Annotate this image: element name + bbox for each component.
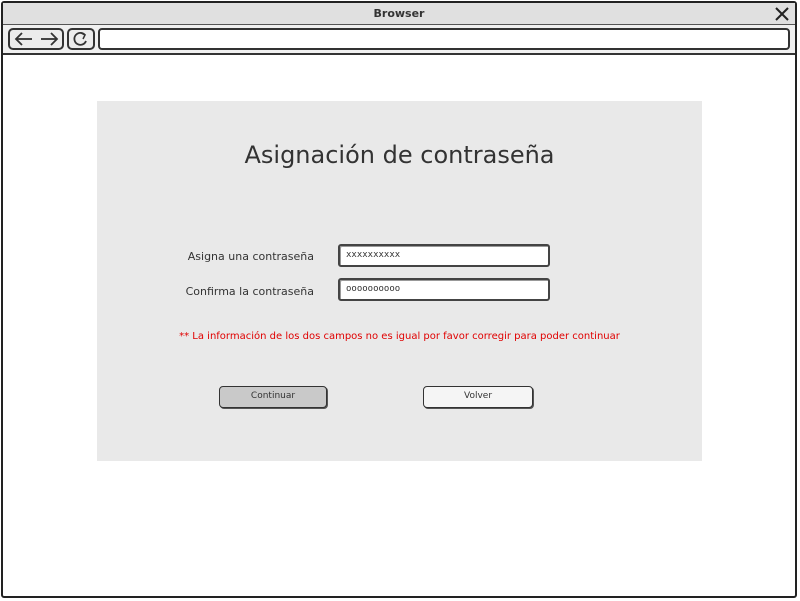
navigation-buttons <box>8 28 64 50</box>
window-title: Browser <box>373 7 425 20</box>
address-bar[interactable] <box>98 28 790 50</box>
error-message: ** La información de los dos campos no e… <box>179 331 620 342</box>
back-arrow-icon[interactable] <box>12 30 36 48</box>
password-form-panel: Asignación de contraseña Asigna una cont… <box>97 101 702 461</box>
back-button[interactable]: Volver <box>423 386 533 408</box>
reload-button[interactable] <box>67 28 95 50</box>
reload-icon <box>73 31 87 46</box>
page-title: Asignación de contraseña <box>244 141 555 169</box>
confirm-password-input[interactable]: oooooooooo <box>338 278 550 301</box>
password-input[interactable]: xxxxxxxxxx <box>338 244 550 267</box>
close-icon[interactable] <box>773 5 791 23</box>
password-label: Asigna una contraseña <box>187 250 314 263</box>
continue-button[interactable]: Continuar <box>219 386 327 408</box>
forward-arrow-icon[interactable] <box>37 30 61 48</box>
title-bar: Browser <box>3 3 795 25</box>
confirm-password-label: Confirma la contraseña <box>185 285 314 298</box>
browser-toolbar <box>3 25 795 55</box>
